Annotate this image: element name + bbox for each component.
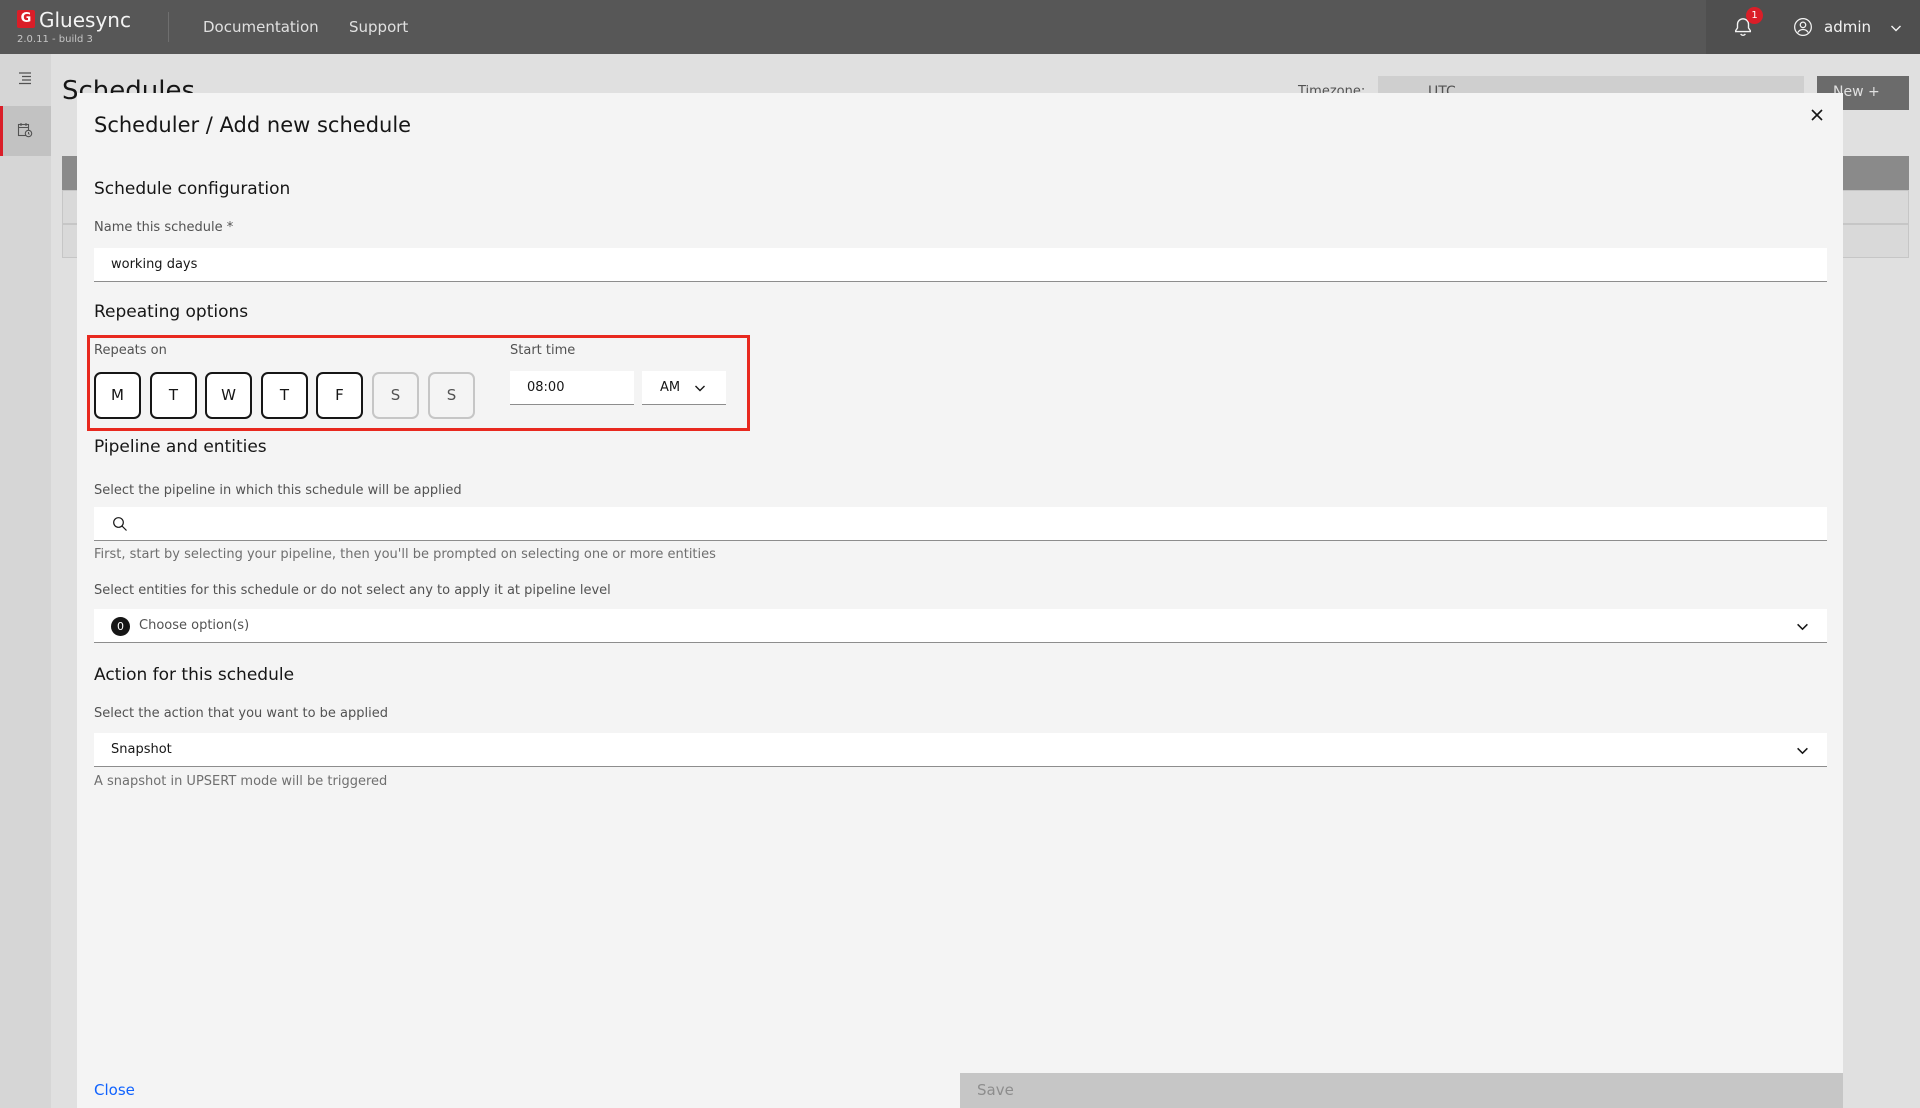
chevron-down-icon: [695, 385, 705, 392]
add-schedule-modal: Scheduler / Add new schedule Schedule co…: [77, 93, 1843, 1108]
pipeline-search-field[interactable]: [94, 507, 1827, 541]
pipeline-label: Select the pipeline in which this schedu…: [94, 483, 462, 498]
header-actions: 1 admin: [1706, 0, 1920, 54]
action-select[interactable]: Snapshot: [94, 733, 1827, 767]
am-pm-value: AM: [660, 380, 681, 395]
day-toggle-tuesday[interactable]: T: [150, 372, 197, 419]
day-toggle-sunday[interactable]: S: [428, 372, 475, 419]
nav-link-support[interactable]: Support: [349, 18, 408, 36]
rail-item-schedules[interactable]: [0, 106, 51, 156]
brand-name: Gluesync: [39, 8, 131, 32]
schedule-name-input[interactable]: [94, 248, 1827, 282]
day-toggle-monday[interactable]: M: [94, 372, 141, 419]
rail-toggle[interactable]: [0, 54, 51, 104]
selected-count-badge: 0: [111, 617, 130, 636]
side-rail: [0, 54, 51, 1108]
header-divider: [168, 12, 169, 42]
nav-link-documentation[interactable]: Documentation: [203, 18, 319, 36]
am-pm-select[interactable]: AM: [642, 371, 726, 405]
repeats-on-label: Repeats on: [94, 343, 167, 358]
day-toggle-friday[interactable]: F: [316, 372, 363, 419]
action-value: Snapshot: [111, 742, 172, 757]
notification-badge: 1: [1746, 7, 1763, 24]
top-header: G Gluesync 2.0.11 - build 3 Documentatio…: [0, 0, 1920, 54]
action-heading: Action for this schedule: [94, 665, 295, 685]
action-label: Select the action that you want to be ap…: [94, 706, 388, 721]
entities-label: Select entities for this schedule or do …: [94, 583, 611, 598]
search-icon: [113, 517, 127, 531]
gluesync-logo-icon: G: [17, 10, 35, 28]
entities-placeholder: Choose option(s): [139, 618, 250, 633]
repeating-options-heading: Repeating options: [94, 302, 249, 322]
close-icon[interactable]: [1805, 103, 1829, 127]
schedule-name-label: Name this schedule *: [94, 220, 234, 235]
chevron-down-icon: [1797, 623, 1808, 631]
day-toggle-saturday[interactable]: S: [372, 372, 419, 419]
calendar-clock-icon: [17, 123, 33, 138]
pipeline-helper-text: First, start by selecting your pipeline,…: [94, 547, 716, 562]
save-button[interactable]: Save: [960, 1073, 1843, 1108]
entities-multiselect[interactable]: 0 Choose option(s): [94, 609, 1827, 643]
day-toggle-thursday[interactable]: T: [261, 372, 308, 419]
user-avatar-icon[interactable]: [1793, 17, 1813, 37]
pipeline-entities-heading: Pipeline and entities: [94, 437, 267, 457]
menu-list-icon: [19, 72, 31, 85]
schedule-configuration-heading: Schedule configuration: [94, 179, 291, 199]
chevron-down-icon: [1797, 747, 1808, 755]
start-time-label: Start time: [510, 343, 576, 358]
chevron-down-icon[interactable]: [1890, 22, 1902, 34]
close-button[interactable]: Close: [94, 1081, 135, 1099]
version-label: 2.0.11 - build 3: [17, 34, 93, 45]
action-helper-text: A snapshot in UPSERT mode will be trigge…: [94, 774, 388, 789]
modal-title: Scheduler / Add new schedule: [94, 113, 412, 137]
user-name[interactable]: admin: [1824, 18, 1871, 36]
start-time-input[interactable]: [510, 371, 634, 405]
day-toggle-wednesday[interactable]: W: [205, 372, 252, 419]
